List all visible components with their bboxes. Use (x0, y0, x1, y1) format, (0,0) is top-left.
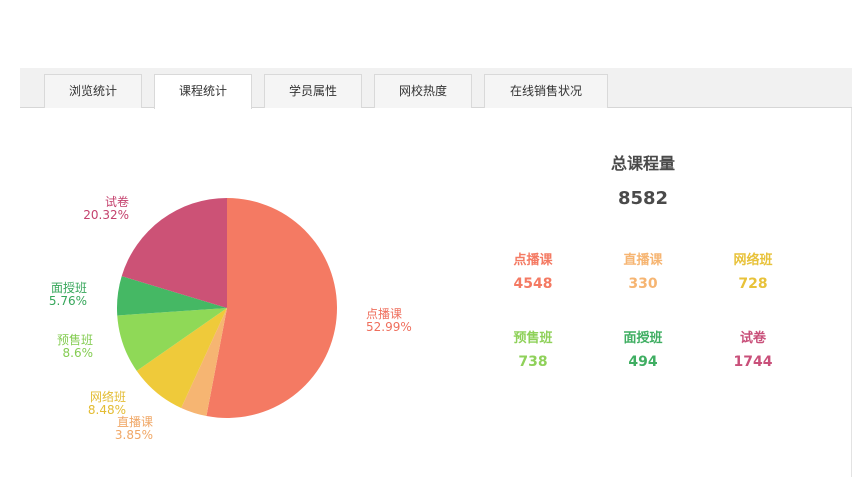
total-courses-value: 8582 (617, 188, 669, 209)
pie-slice-vod-label: 点播课 (366, 307, 402, 321)
pie-slice-exam-paper-percent: 20.32% (83, 208, 129, 222)
stat-online-class: 网络班 728 (713, 249, 793, 292)
stat-presale: 预售班 738 (493, 327, 573, 370)
stat-online-class-label: 网络班 (733, 253, 773, 268)
stat-online-class-value: 728 (738, 276, 768, 292)
pie-slice-online-class-label: 网络班 (90, 389, 126, 404)
stat-vod: 点播课 4548 (493, 249, 573, 292)
pie-slice-live-label: 直播课 (117, 415, 153, 429)
stat-presale-label: 预售班 (513, 331, 553, 346)
stat-live-label: 直播课 (623, 253, 663, 268)
pie-slice-vod-percent: 52.99% (366, 320, 412, 334)
total-courses-title: 总课程量 (610, 154, 675, 173)
pie-slice-presale-label: 预售班 (57, 332, 93, 347)
stat-face-to-face: 面授班 494 (603, 327, 683, 370)
stat-exam-paper-label: 试卷 (739, 331, 766, 346)
stat-presale-value: 738 (518, 354, 548, 370)
stat-vod-label: 点播课 (513, 253, 553, 268)
stat-face-to-face-label: 面授班 (623, 331, 663, 346)
pie-slice-face-to-face-label: 面授班 (51, 280, 87, 295)
stat-live-value: 330 (628, 276, 658, 292)
stat-vod-value: 4548 (513, 276, 553, 292)
pie-slice-live-percent: 3.85% (115, 428, 153, 442)
pie-slice-presale-percent: 8.6% (63, 346, 94, 360)
course-pie-chart: 点播课52.99% 直播课3.85% 网络班8.48% 预售班8.6% 面授班5.76%… (49, 194, 412, 442)
pie-slice-online-class-percent: 8.48% (88, 403, 126, 417)
pie-slice-exam-paper-label: 试卷 (105, 194, 129, 209)
stat-exam-paper: 试卷 1744 (713, 327, 793, 370)
stat-face-to-face-value: 494 (628, 354, 658, 370)
pie-slice-face-to-face-percent: 5.76% (49, 294, 87, 308)
stat-exam-paper-value: 1744 (733, 354, 773, 370)
stat-live: 直播课 330 (603, 249, 683, 292)
